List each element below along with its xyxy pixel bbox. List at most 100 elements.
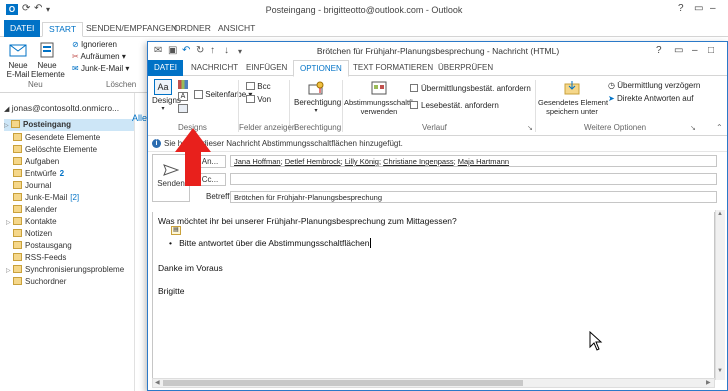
tab-einfuegen[interactable]: EINFÜGEN xyxy=(240,60,293,76)
horizontal-scrollbar[interactable]: ◀ ▶ xyxy=(152,378,715,388)
info-bar: i Sie haben dieser Nachricht Abstimmungs… xyxy=(148,136,727,152)
ignore-icon: ⊘ xyxy=(72,40,79,49)
tab-datei[interactable]: DATEI xyxy=(4,20,41,37)
outlook-app-icon[interactable]: ✉ xyxy=(154,45,162,56)
group-label-neu: Neu xyxy=(28,80,43,89)
help-button[interactable]: ? xyxy=(678,3,684,14)
verzoegern-label: Übermittlung verzögern xyxy=(617,81,701,90)
scroll-left-icon[interactable]: ◀ xyxy=(155,379,160,386)
redo-icon[interactable]: ↻ xyxy=(196,45,204,56)
ribbon-display-icon[interactable]: ▭ xyxy=(694,3,703,14)
folder-icon xyxy=(13,193,22,201)
vertical-scrollbar[interactable]: ▲ ▼ xyxy=(715,210,725,380)
collapse-ribbon-icon[interactable]: ⌃ xyxy=(716,123,723,132)
scroll-down-icon[interactable]: ▼ xyxy=(717,368,723,374)
folder-icon xyxy=(13,265,22,273)
group-label-berechtigung: Berechtigung xyxy=(294,123,342,132)
cc-field[interactable] xyxy=(230,173,717,185)
folder-label: Posteingang xyxy=(23,120,72,129)
folder-rss-feeds[interactable]: RSS-Feeds xyxy=(6,252,66,264)
checkbox-icon[interactable] xyxy=(410,84,418,92)
folder-gesendete-elemente[interactable]: Gesendete Elemente xyxy=(6,132,100,144)
help-button[interactable]: ? xyxy=(656,45,662,56)
checkbox-icon[interactable] xyxy=(410,101,418,109)
ribbon-display-icon[interactable]: ▭ xyxy=(674,45,683,56)
recipient[interactable]: Lilly König xyxy=(345,157,379,166)
tab-optionen[interactable]: OPTIONEN xyxy=(293,60,349,77)
account-header[interactable]: ◢ jonas@contosoltd.onmicro... xyxy=(4,103,119,113)
dialog-launcher-icon[interactable]: ↘ xyxy=(527,124,533,132)
designs-label: Designs xyxy=(152,96,181,105)
folder-kontakte[interactable]: ▷ Kontakte xyxy=(6,216,57,228)
tab-text-formatieren[interactable]: TEXT FORMATIEREN xyxy=(347,60,439,76)
von-label: Von xyxy=(257,95,272,104)
abstimmung-button[interactable]: Abstimmungsschaltfl. verwenden xyxy=(344,80,415,116)
undo-icon[interactable]: ↶ xyxy=(182,45,190,56)
folder-kalender[interactable]: Kalender xyxy=(6,204,57,216)
cleanup-button[interactable]: ✂ Aufräumen ▾ xyxy=(72,52,126,61)
verzoegern-button[interactable]: ◷ Übermittlung verzögern xyxy=(608,81,700,90)
minimize-icon[interactable]: – xyxy=(710,3,716,14)
save-icon[interactable]: ▣ xyxy=(168,45,177,56)
folder-notizen[interactable]: Notizen xyxy=(6,228,52,240)
colors-icon[interactable] xyxy=(178,80,188,89)
quick-access-dropdown-icon[interactable]: ▾ xyxy=(238,47,242,56)
tab-start[interactable]: START xyxy=(42,22,84,37)
scroll-thumb[interactable] xyxy=(163,380,523,386)
abstimmung-label: Abstimmungsschaltfl. verwenden xyxy=(344,98,415,116)
arrow-down-icon[interactable]: ↓ xyxy=(224,45,229,56)
direkte-antworten-button[interactable]: ➤ Direkte Antworten auf xyxy=(608,94,693,103)
recipient[interactable]: Detlef Hembrock xyxy=(285,157,341,166)
tab-nachricht[interactable]: NACHRICHT xyxy=(185,60,244,76)
berechtigung-button[interactable]: Berechtigung ▾ xyxy=(294,80,341,114)
uebermittlungsbestaetigung-checkbox[interactable]: Übermittlungsbestät. anfordern xyxy=(410,84,531,93)
dialog-launcher-icon[interactable]: ↘ xyxy=(690,124,696,132)
account-label: jonas@contosoltd.onmicro... xyxy=(11,103,120,113)
recipient[interactable]: Jana Hoffman xyxy=(234,157,281,166)
tab-ordner[interactable]: ORDNER xyxy=(168,22,217,37)
folder-aufgaben[interactable]: Aufgaben xyxy=(6,156,59,168)
recipient[interactable]: Maja Hartmann xyxy=(458,157,509,166)
folder-posteingang[interactable]: ▷ Posteingang xyxy=(4,119,134,131)
folder-label: Gesendete Elemente xyxy=(25,133,101,142)
seitenfarbe-button[interactable]: Seitenfarbe ▾ xyxy=(194,90,252,99)
folder-suchordner[interactable]: Suchordner xyxy=(6,276,66,288)
bcc-button[interactable]: Bcc xyxy=(246,82,271,91)
new-items-button[interactable]: Neue Elemente xyxy=(31,41,65,79)
recipient[interactable]: Christiane Ingenpass xyxy=(383,157,453,166)
von-button[interactable]: Von xyxy=(246,95,271,104)
to-field[interactable]: Jana Hoffman; Detlef Hembrock; Lilly Kön… xyxy=(230,155,717,167)
filter-alle[interactable]: Alle xyxy=(132,113,147,123)
compose-ribbon: Aa Designs ▾ A Seitenfarbe ▾ Bcc Von Ber… xyxy=(148,76,727,136)
maximize-icon[interactable]: □ xyxy=(708,45,714,56)
folder-synchronisierungsprobleme[interactable]: ▷ Synchronisierungsprobleme xyxy=(6,264,124,276)
junk-button[interactable]: ✉ Junk-E-Mail ▾ xyxy=(72,64,129,73)
envelope-icon xyxy=(8,41,28,59)
folder-geloeschte-elemente[interactable]: Gelöschte Elemente xyxy=(6,144,97,156)
message-body[interactable]: Was möchtet ihr bei unserer Frühjahr-Pla… xyxy=(152,212,715,379)
folder-junk-email[interactable]: Junk-E-Mail [2] xyxy=(6,192,79,204)
scroll-right-icon[interactable]: ▶ xyxy=(706,379,711,386)
folder-entwuerfe[interactable]: Entwürfe 2 xyxy=(6,168,64,180)
designs-button[interactable]: Aa Designs ▾ xyxy=(152,79,181,112)
lesebestaetigung-checkbox[interactable]: Lesebestät. anfordern xyxy=(410,101,499,110)
scroll-up-icon[interactable]: ▲ xyxy=(717,211,723,217)
new-email-button[interactable]: Neue E-Mail xyxy=(4,41,32,79)
paste-options-icon[interactable]: ▤ xyxy=(171,226,181,235)
tab-ansicht[interactable]: ANSICHT xyxy=(212,22,261,37)
fonts-icon[interactable]: A xyxy=(178,92,188,101)
tab-ueberpruefen[interactable]: ÜBERPRÜFEN xyxy=(432,60,499,76)
ignore-button[interactable]: ⊘ Ignorieren xyxy=(72,40,117,49)
compose-title-bar: ✉ ▣ ↶ ↻ ↑ ↓ ▾ Brötchen für Frühjahr-Plan… xyxy=(148,42,727,60)
minimize-icon[interactable]: – xyxy=(692,45,698,56)
text-caret xyxy=(370,238,372,248)
effects-icon[interactable] xyxy=(178,104,188,113)
expand-icon[interactable]: ▷ xyxy=(4,120,11,132)
folder-postausgang[interactable]: Postausgang xyxy=(6,240,72,252)
folder-journal[interactable]: Journal xyxy=(6,180,51,192)
arrow-up-icon[interactable]: ↑ xyxy=(210,45,215,56)
gesendetes-element-button[interactable]: Gesendetes Element speichern unter xyxy=(538,80,608,116)
tab-datei[interactable]: DATEI xyxy=(148,60,183,76)
subject-field[interactable]: Brötchen für Frühjahr-Planungsbesprechun… xyxy=(230,191,717,203)
folder-label: Suchordner xyxy=(25,277,67,286)
